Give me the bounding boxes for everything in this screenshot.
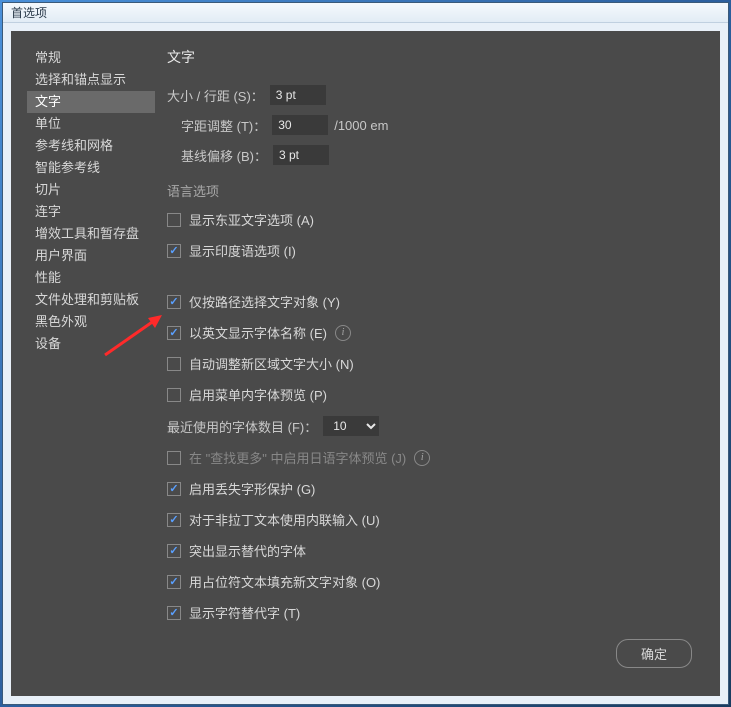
missing-glyph-checkbox[interactable] xyxy=(167,482,181,496)
button-bar: 确定 xyxy=(616,639,692,668)
indic-row: 显示印度语选项 (I) xyxy=(167,241,704,260)
jp-preview-label: 在 "查找更多" 中启用日语字体预览 (J) xyxy=(189,448,406,467)
ok-button[interactable]: 确定 xyxy=(616,639,692,668)
tracking-suffix: /1000 em xyxy=(334,118,388,133)
recent-fonts-row: 最近使用的字体数目 (F)： 10 xyxy=(167,416,704,436)
window-title: 首选项 xyxy=(11,6,47,20)
east-asian-label: 显示东亚文字选项 (A) xyxy=(189,210,314,229)
dialog-body: 常规 选择和锚点显示 文字 单位 参考线和网格 智能参考线 切片 连字 增效工具… xyxy=(11,31,720,696)
language-section-title: 语言选项 xyxy=(167,181,704,200)
content-panel: 文字 大小 / 行距 (S)： 字距调整 (T)： /1000 em 基线偏移 … xyxy=(155,47,704,680)
recent-fonts-select[interactable]: 10 xyxy=(323,416,379,436)
size-leading-label: 大小 / 行距 (S)： xyxy=(167,86,264,105)
show-alt-glyph-checkbox[interactable] xyxy=(167,606,181,620)
title-bar: 首选项 xyxy=(3,3,728,23)
show-alt-glyph-label: 显示字符替代字 (T) xyxy=(189,603,300,622)
inline-input-checkbox[interactable] xyxy=(167,513,181,527)
indic-checkbox[interactable] xyxy=(167,244,181,258)
english-font-label: 以英文显示字体名称 (E) xyxy=(189,323,327,342)
panel-title: 文字 xyxy=(167,47,704,67)
sidebar-item-hyphenation[interactable]: 连字 xyxy=(27,201,155,223)
sidebar: 常规 选择和锚点显示 文字 单位 参考线和网格 智能参考线 切片 连字 增效工具… xyxy=(27,47,155,680)
placeholder-fill-row: 用占位符文本填充新文字对象 (O) xyxy=(167,572,704,591)
auto-size-checkbox[interactable] xyxy=(167,357,181,371)
sidebar-item-selection[interactable]: 选择和锚点显示 xyxy=(27,69,155,91)
inline-input-label: 对于非拉丁文本使用内联输入 (U) xyxy=(189,510,380,529)
recent-fonts-label: 最近使用的字体数目 (F)： xyxy=(167,417,317,436)
baseline-input[interactable] xyxy=(273,145,329,165)
jp-preview-row: 在 "查找更多" 中启用日语字体预览 (J) i xyxy=(167,448,704,467)
placeholder-fill-label: 用占位符文本填充新文字对象 (O) xyxy=(189,572,380,591)
sidebar-item-general[interactable]: 常规 xyxy=(27,47,155,69)
east-asian-checkbox[interactable] xyxy=(167,213,181,227)
sidebar-item-type[interactable]: 文字 xyxy=(27,91,155,113)
east-asian-row: 显示东亚文字选项 (A) xyxy=(167,210,704,229)
sidebar-item-ui[interactable]: 用户界面 xyxy=(27,245,155,267)
path-select-label: 仅按路径选择文字对象 (Y) xyxy=(189,292,340,311)
inline-input-row: 对于非拉丁文本使用内联输入 (U) xyxy=(167,510,704,529)
info-icon[interactable]: i xyxy=(414,450,430,466)
english-font-checkbox[interactable] xyxy=(167,326,181,340)
sidebar-item-devices[interactable]: 设备 xyxy=(27,333,155,355)
highlight-alt-checkbox[interactable] xyxy=(167,544,181,558)
auto-size-label: 自动调整新区域文字大小 (N) xyxy=(189,354,354,373)
menu-preview-row: 启用菜单内字体预览 (P) xyxy=(167,385,704,404)
sidebar-item-performance[interactable]: 性能 xyxy=(27,267,155,289)
sidebar-item-slices[interactable]: 切片 xyxy=(27,179,155,201)
sidebar-item-guides[interactable]: 参考线和网格 xyxy=(27,135,155,157)
path-select-checkbox[interactable] xyxy=(167,295,181,309)
size-leading-input[interactable] xyxy=(270,85,326,105)
jp-preview-checkbox[interactable] xyxy=(167,451,181,465)
english-font-row: 以英文显示字体名称 (E) i xyxy=(167,323,704,342)
size-leading-row: 大小 / 行距 (S)： xyxy=(167,85,704,105)
tracking-row: 字距调整 (T)： /1000 em xyxy=(167,115,704,135)
sidebar-item-units[interactable]: 单位 xyxy=(27,113,155,135)
placeholder-fill-checkbox[interactable] xyxy=(167,575,181,589)
sidebar-item-black-appearance[interactable]: 黑色外观 xyxy=(27,311,155,333)
indic-label: 显示印度语选项 (I) xyxy=(189,241,296,260)
path-select-row: 仅按路径选择文字对象 (Y) xyxy=(167,292,704,311)
highlight-alt-row: 突出显示替代的字体 xyxy=(167,541,704,560)
sidebar-item-plugins[interactable]: 增效工具和暂存盘 xyxy=(27,223,155,245)
sidebar-item-smart-guides[interactable]: 智能参考线 xyxy=(27,157,155,179)
sidebar-item-file-handling[interactable]: 文件处理和剪贴板 xyxy=(27,289,155,311)
show-alt-glyph-row: 显示字符替代字 (T) xyxy=(167,603,704,622)
missing-glyph-row: 启用丢失字形保护 (G) xyxy=(167,479,704,498)
missing-glyph-label: 启用丢失字形保护 (G) xyxy=(189,479,315,498)
tracking-input[interactable] xyxy=(272,115,328,135)
auto-size-row: 自动调整新区域文字大小 (N) xyxy=(167,354,704,373)
info-icon[interactable]: i xyxy=(335,325,351,341)
highlight-alt-label: 突出显示替代的字体 xyxy=(189,541,306,560)
menu-preview-label: 启用菜单内字体预览 (P) xyxy=(189,385,327,404)
baseline-row: 基线偏移 (B)： xyxy=(167,145,704,165)
tracking-label: 字距调整 (T)： xyxy=(181,116,266,135)
menu-preview-checkbox[interactable] xyxy=(167,388,181,402)
baseline-label: 基线偏移 (B)： xyxy=(181,146,267,165)
preferences-window: 首选项 常规 选择和锚点显示 文字 单位 参考线和网格 智能参考线 切片 连字 … xyxy=(2,2,729,705)
